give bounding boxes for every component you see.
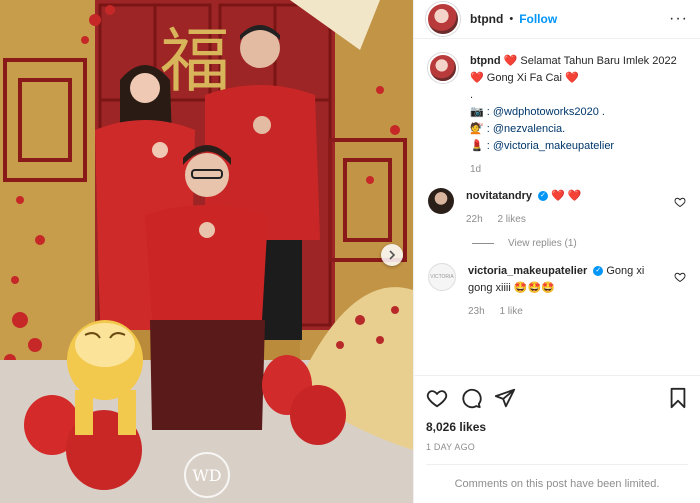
comments-limited-notice: Comments on this post have been limited. [426,464,688,503]
comment-body: novitatandry ✓ ❤️ ❤️ 22h 2 likes [466,188,666,228]
comment-likes[interactable]: 2 likes [497,214,525,225]
author-avatar[interactable] [426,2,460,36]
chevron-right-icon [389,250,396,260]
likes-count[interactable]: 8,026 likes [426,420,688,434]
like-comment-icon[interactable] [674,196,686,208]
heart-emoji: ❤️ [503,55,518,67]
bookmark-icon[interactable] [668,387,688,409]
comment-text: ❤️ ❤️ [551,190,582,202]
caption-period: . [470,89,474,101]
post-photo[interactable]: 福 WD [0,0,413,503]
credit-hair[interactable]: : @nezvalencia. [487,123,565,135]
comment-item: novitatandry ✓ ❤️ ❤️ 22h 2 likes [428,188,686,228]
makeup-emoji: 💄 [470,140,484,152]
comment-age[interactable]: 23h [468,306,485,317]
caption-line2: Gong Xi Fa Cai [486,72,562,84]
comment-age[interactable]: 22h [466,214,483,225]
caption-meta: 1d [470,161,686,178]
camera-emoji: 📷 [470,106,484,118]
commenter-username[interactable]: novitatandry [466,190,532,202]
header-separator: • [509,13,514,25]
comment-icon[interactable] [460,387,482,409]
instagram-post-view: 福 WD btpnd • Follow ··· btpnd ❤️ Selamat… [0,0,700,503]
comment-likes[interactable]: 1 like [499,306,522,317]
action-icons [426,386,688,410]
post-header: btpnd • Follow ··· [414,0,700,39]
author-username[interactable]: btpnd [470,12,503,26]
replies-divider [472,243,494,244]
like-comment-icon[interactable] [674,271,686,283]
commenter-avatar[interactable]: VICTORIA [428,263,456,291]
family-photo: 福 WD [0,0,413,503]
verified-badge-icon: ✓ [538,191,549,202]
credit-photographer[interactable]: : @wdphotoworks2020 . [487,106,605,118]
caption-body: btpnd ❤️ Selamat Tahun Baru Imlek 2022 ❤… [470,53,686,178]
comment-meta: 23h 1 like [468,303,666,320]
caption-age[interactable]: 1d [470,164,481,175]
view-replies-link[interactable]: View replies (1) [472,238,686,249]
verified-badge-icon: ✓ [593,266,604,277]
comment-item: VICTORIA victoria_makeupatelier ✓ Gong x… [428,263,686,320]
photo-watermark: WD [192,466,221,485]
share-icon[interactable] [494,387,516,409]
caption-avatar[interactable] [428,53,458,83]
commenter-avatar[interactable] [428,188,454,214]
comments-section: btpnd ❤️ Selamat Tahun Baru Imlek 2022 ❤… [414,39,700,375]
like-icon[interactable] [426,387,448,409]
post-sidebar: btpnd • Follow ··· btpnd ❤️ Selamat Tahu… [413,0,700,503]
comment-body: victoria_makeupatelier ✓ Gong xi gong xi… [468,263,666,320]
post-actions: 8,026 likes 1 DAY AGO Comments on this p… [414,375,700,503]
heart-emoji: ❤️ [565,72,579,84]
more-options-icon[interactable]: ··· [669,10,688,28]
commenter-username[interactable]: victoria_makeupatelier [468,265,587,277]
post-time[interactable]: 1 DAY AGO [426,442,688,452]
fu-character: 福 [160,20,230,102]
caption: btpnd ❤️ Selamat Tahun Baru Imlek 2022 ❤… [428,53,686,178]
next-photo-button[interactable] [381,244,403,266]
hair-emoji: 💇 [470,123,484,135]
caption-username[interactable]: btpnd [470,55,501,67]
follow-button[interactable]: Follow [519,12,557,26]
credit-makeup[interactable]: : @victoria_makeupatelier [487,140,614,152]
comment-meta: 22h 2 likes [466,211,666,228]
caption-line1: Selamat Tahun Baru Imlek 2022 [520,55,677,67]
view-replies-label: View replies (1) [508,238,577,249]
heart-emoji: ❤️ [470,72,484,84]
